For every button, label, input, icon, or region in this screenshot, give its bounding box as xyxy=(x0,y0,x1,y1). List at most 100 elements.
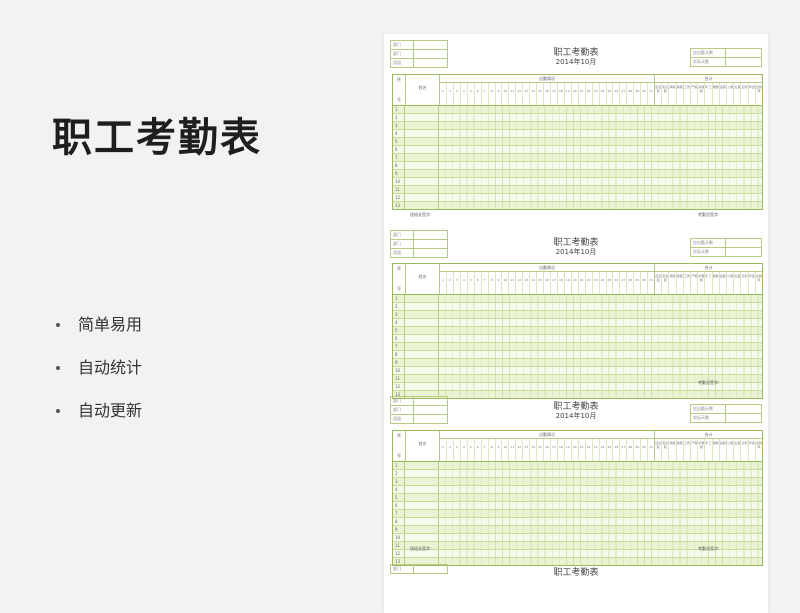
row-number: 6 xyxy=(393,335,405,342)
summary-col-header: 旷工 xyxy=(705,83,713,105)
day-header: 9 xyxy=(496,439,503,461)
day-header: 7 xyxy=(482,272,489,294)
row-day-cells xyxy=(439,470,762,477)
day-header: 7 xyxy=(482,439,489,461)
summary-header: 合计 应出勤 实出勤 病假 事假 工伤 产假 护理假 旷工 婚假 丧假 公假 出差 迟到 早退 出勤率 xyxy=(655,75,762,105)
row-name-cell xyxy=(405,383,439,390)
table-row: 6 xyxy=(393,146,762,154)
table-row: 2 xyxy=(393,470,762,478)
sign-right: 考勤员签字: xyxy=(698,212,720,217)
attendance-grid: 序号姓名 出勤情况 1 2 3 4 5 6 7 8 9 10 11 12 13 14 15 16 17 18 19 20 2… xyxy=(392,74,763,210)
table-row: 10 xyxy=(393,367,762,375)
summary-col-header: 事假 xyxy=(677,439,684,461)
table-row: 3 xyxy=(393,311,762,319)
row-name-cell xyxy=(405,510,439,517)
row-name-cell xyxy=(405,138,439,145)
row-day-cells xyxy=(439,359,762,366)
summary-col-header: 迟到 xyxy=(741,83,749,105)
summary-col-header: 公假 xyxy=(727,83,735,105)
seq-header: 序号 xyxy=(393,75,406,105)
row-day-cells xyxy=(439,154,762,161)
summary-col-header: 护理假 xyxy=(698,272,706,294)
row-number: 3 xyxy=(393,311,405,318)
summary-col-header: 出勤率 xyxy=(755,441,762,449)
attendance-grid: 序号姓名 出勤情况 1 2 3 4 5 6 7 8 9 10 11 12 13 14 15 16 17 18 19 20 2… xyxy=(392,263,763,399)
seq-header: 序号 xyxy=(393,264,406,294)
summary-col-header: 丧假 xyxy=(720,83,728,105)
row-name-cell xyxy=(405,518,439,525)
day-header: 26 xyxy=(613,83,621,105)
day-header: 14 xyxy=(530,83,538,105)
summary-header-title: 合计 xyxy=(655,264,762,272)
row-number: 3 xyxy=(393,478,405,485)
row-number: 1 xyxy=(393,462,405,469)
attendance-sheet-preview: 部门 部门 班组 职工考勤表 2014年10月 应出勤天数 实际天数 序号姓名出… xyxy=(384,34,768,613)
day-header: 28 xyxy=(627,439,635,461)
summary-col-header: 旷工 xyxy=(705,272,713,294)
summary-col-header: 病假 xyxy=(669,83,677,105)
row-day-cells xyxy=(439,122,762,129)
table-row: 5 xyxy=(393,138,762,146)
seq-header-top: 序 xyxy=(397,266,401,271)
day-header: 17 xyxy=(551,272,558,294)
day-header: 5 xyxy=(468,83,475,105)
row-day-cells xyxy=(439,558,762,565)
attendance-header-title: 出勤情况 xyxy=(440,264,654,272)
day-header: 23 xyxy=(593,439,600,461)
row-day-cells xyxy=(439,534,762,541)
day-header: 13 xyxy=(523,439,531,461)
row-name-cell xyxy=(405,470,439,477)
info-label: 实际天数 xyxy=(693,414,726,422)
row-day-cells xyxy=(439,486,762,493)
table-row: 1 xyxy=(393,462,762,470)
promo-title: 职工考勤表 xyxy=(52,115,262,161)
row-name-cell xyxy=(405,462,439,469)
row-number: 7 xyxy=(393,343,405,350)
feature-item: 自动统计 xyxy=(56,357,142,400)
table-row: 13 xyxy=(393,202,762,209)
day-header: 30 xyxy=(641,439,649,461)
row-name-cell xyxy=(405,202,439,209)
day-header: 1 xyxy=(440,83,447,105)
day-header: 5 xyxy=(468,439,475,461)
day-header: 16 xyxy=(544,439,551,461)
day-header: 8 xyxy=(489,439,496,461)
day-header: 6 xyxy=(475,83,482,105)
table-row: 1 xyxy=(393,295,762,303)
day-header: 25 xyxy=(607,439,614,461)
name-header: 姓名 xyxy=(406,75,440,105)
day-header: 30 xyxy=(641,83,649,105)
row-name-cell xyxy=(405,375,439,382)
summary-col-header: 早退 xyxy=(749,83,756,105)
row-name-cell xyxy=(405,526,439,533)
row-number: 12 xyxy=(393,383,405,390)
summary-col-header: 实出勤 xyxy=(662,439,670,461)
day-header: 28 xyxy=(627,272,635,294)
summary-col-header: 应出勤 xyxy=(655,439,663,461)
summary-columns: 应出勤 实出勤 病假 事假 工伤 产假 护理假 旷工 婚假 丧假 公假 出差 迟到 早退 出勤率 xyxy=(655,272,762,294)
summary-col-header: 护理假 xyxy=(698,83,706,105)
day-header: 19 xyxy=(565,83,572,105)
row-name-cell xyxy=(405,367,439,374)
table-row: 8 xyxy=(393,351,762,359)
day-header: 12 xyxy=(516,272,524,294)
day-header: 21 xyxy=(579,439,586,461)
row-name-cell xyxy=(405,186,439,193)
bullet-icon xyxy=(56,323,60,327)
summary-col-header: 出差 xyxy=(734,83,742,105)
seq-header-top: 序 xyxy=(397,77,401,82)
day-header: 27 xyxy=(620,439,628,461)
summary-col-header: 事假 xyxy=(677,83,684,105)
seq-header-bottom: 号 xyxy=(397,453,401,458)
row-day-cells xyxy=(439,502,762,509)
day-header: 16 xyxy=(544,83,551,105)
row-day-cells xyxy=(439,391,762,398)
table-row: 10 xyxy=(393,534,762,542)
row-day-cells xyxy=(439,146,762,153)
summary-col-header: 产假 xyxy=(691,272,699,294)
day-header: 17 xyxy=(551,439,558,461)
row-day-cells xyxy=(439,526,762,533)
row-number: 4 xyxy=(393,486,405,493)
day-header: 8 xyxy=(489,272,496,294)
day-header: 12 xyxy=(516,83,524,105)
